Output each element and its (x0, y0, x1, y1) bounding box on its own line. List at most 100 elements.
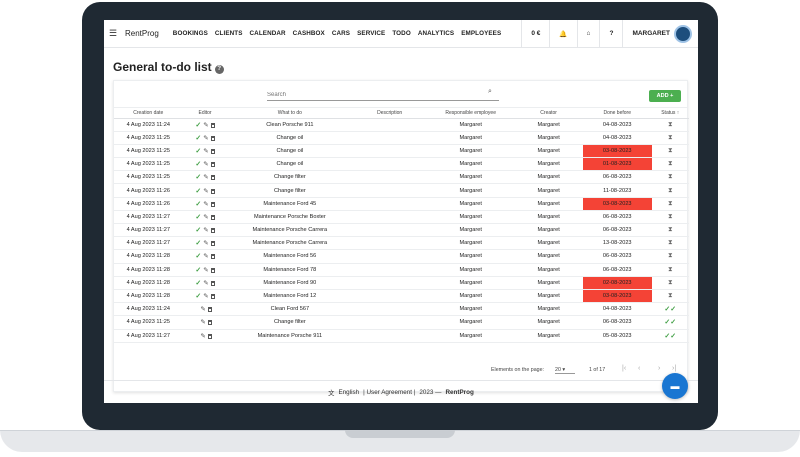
hourglass-icon[interactable]: ⧗ (668, 160, 673, 167)
nav-item-service[interactable]: SERVICE (357, 30, 385, 37)
hourglass-icon[interactable]: ⧗ (668, 213, 673, 220)
column-header[interactable]: Description (352, 108, 428, 119)
table-row[interactable]: 4 Aug 2023 11:25 ✓ ✎ Change oil Margaret Marg… (114, 157, 689, 172)
check-icon[interactable]: ✓ (195, 280, 201, 287)
pencil-icon[interactable]: ✎ (203, 201, 208, 208)
pencil-icon[interactable]: ✎ (203, 148, 208, 155)
check-icon[interactable]: ✓ (195, 214, 201, 221)
double-check-icon[interactable]: ✓✓ (664, 333, 676, 340)
check-icon[interactable]: ✓ (195, 227, 201, 234)
trash-icon[interactable] (207, 307, 212, 313)
hamburger-menu-icon[interactable]: ☰ (109, 28, 125, 39)
hourglass-icon[interactable]: ⧗ (668, 134, 673, 141)
check-icon[interactable]: ✓ (195, 135, 201, 142)
table-row[interactable]: 4 Aug 2023 11:25 ✓ ✎ Change filter Margaret M… (114, 170, 689, 185)
hourglass-icon[interactable]: ⧗ (668, 121, 673, 128)
trash-icon[interactable] (210, 228, 215, 234)
trash-icon[interactable] (207, 320, 212, 326)
hourglass-icon[interactable]: ⧗ (668, 252, 673, 259)
brand-logo[interactable]: RentProg (125, 29, 159, 38)
user-name[interactable]: MARGARET (632, 30, 670, 37)
column-header[interactable]: Creation date (114, 108, 183, 119)
trash-icon[interactable] (210, 135, 215, 141)
help-circle-icon[interactable]: ? (214, 65, 224, 74)
nav-item-employees[interactable]: EMPLOYEES (461, 30, 501, 37)
table-row[interactable]: 4 Aug 2023 11:24 ✓ ✎ Clean Porsche 911 Marga… (114, 118, 689, 132)
table-row[interactable]: 4 Aug 2023 11:28 ✓ ✎ Maintenance Ford 56 Mar… (114, 249, 689, 264)
hourglass-icon[interactable]: ⧗ (668, 266, 673, 273)
pencil-icon[interactable]: ✎ (203, 227, 208, 234)
trash-icon[interactable] (210, 201, 215, 207)
table-row[interactable]: 4 Aug 2023 11:27 ✓ ✎ Maintenance Porsche Ca… (114, 223, 689, 238)
table-row[interactable]: 4 Aug 2023 11:28 ✓ ✎ Maintenance Ford 90 Mar… (114, 276, 689, 290)
column-header[interactable]: Done before (582, 108, 652, 119)
bell-icon[interactable]: 🔔 (549, 20, 576, 47)
nav-item-cars[interactable]: CARS (332, 30, 350, 37)
trash-icon[interactable] (210, 162, 215, 168)
table-row[interactable]: 4 Aug 2023 11:25 ✓ ✎ Change oil Margaret Marg… (114, 131, 689, 145)
trash-icon[interactable] (207, 333, 212, 339)
balance-display[interactable]: 0 € (521, 20, 549, 47)
trash-icon[interactable] (210, 241, 215, 247)
pencil-icon[interactable]: ✎ (200, 306, 205, 313)
nav-item-clients[interactable]: CLIENTS (215, 30, 243, 37)
next-page-icon[interactable]: › (658, 365, 660, 372)
check-icon[interactable]: ✓ (195, 240, 201, 247)
pencil-icon[interactable]: ✎ (203, 135, 208, 142)
trash-icon[interactable] (210, 294, 215, 300)
nav-item-cashbox[interactable]: CASHBOX (293, 30, 325, 37)
pencil-icon[interactable]: ✎ (203, 122, 208, 129)
trash-icon[interactable] (210, 280, 215, 286)
nav-item-analytics[interactable]: ANALYTICS (418, 30, 454, 37)
check-icon[interactable]: ✓ (195, 267, 201, 274)
pencil-icon[interactable]: ✎ (203, 293, 208, 300)
double-check-icon[interactable]: ✓✓ (664, 306, 676, 313)
add-button[interactable]: ADD + (649, 90, 681, 102)
table-row[interactable]: 4 Aug 2023 11:27 ✓ ✎ Maintenance Porsche Bo… (114, 210, 689, 225)
table-row[interactable]: 4 Aug 2023 11:28 ✓ ✎ Maintenance Ford 78 Mar… (114, 263, 689, 277)
nav-item-todo[interactable]: TODO (392, 30, 410, 37)
trash-icon[interactable] (210, 175, 215, 181)
table-row[interactable]: 4 Aug 2023 11:26 ✓ ✎ Maintenance Ford 45 Mar… (114, 197, 689, 211)
trash-icon[interactable] (210, 214, 215, 220)
column-header[interactable]: Responsible employee (427, 108, 515, 119)
chat-bubble-icon[interactable]: ▬ (662, 373, 688, 399)
pencil-icon[interactable]: ✎ (203, 188, 208, 195)
column-header[interactable]: Status ↑ (651, 108, 689, 119)
trash-icon[interactable] (210, 188, 215, 194)
per-page-select[interactable]: 20 ▾ (555, 367, 575, 374)
check-icon[interactable]: ✓ (195, 161, 201, 168)
pencil-icon[interactable]: ✎ (203, 253, 208, 260)
trash-icon[interactable] (210, 148, 215, 154)
pencil-icon[interactable]: ✎ (200, 319, 205, 326)
hourglass-icon[interactable]: ⧗ (668, 226, 673, 233)
table-row[interactable]: 4 Aug 2023 11:27 ✓ ✎ Maintenance Porsche Ca… (114, 236, 689, 251)
trash-icon[interactable] (210, 267, 215, 273)
hourglass-icon[interactable]: ⧗ (668, 292, 673, 299)
pencil-icon[interactable]: ✎ (203, 240, 208, 247)
last-page-icon[interactable]: ›| (672, 365, 676, 372)
check-icon[interactable]: ✓ (195, 293, 201, 300)
avatar[interactable] (674, 24, 692, 43)
translate-icon[interactable]: 文 (328, 388, 334, 397)
table-row[interactable]: 4 Aug 2023 11:26 ✓ ✎ Change filter Margaret M… (114, 183, 689, 198)
check-icon[interactable]: ✓ (195, 188, 201, 195)
help-icon[interactable]: ? (599, 20, 622, 47)
check-icon[interactable]: ✓ (195, 148, 201, 155)
nav-item-bookings[interactable]: BOOKINGS (173, 30, 208, 37)
column-header[interactable]: Creator (514, 108, 583, 119)
hourglass-icon[interactable]: ⧗ (668, 187, 673, 194)
trash-icon[interactable] (210, 254, 215, 260)
hourglass-icon[interactable]: ⧗ (668, 147, 673, 154)
pencil-icon[interactable]: ✎ (203, 174, 208, 181)
hourglass-icon[interactable]: ⧗ (668, 200, 673, 207)
trash-icon[interactable] (210, 122, 215, 128)
first-page-icon[interactable]: |‹ (622, 365, 626, 372)
check-icon[interactable]: ✓ (195, 174, 201, 181)
hourglass-icon[interactable]: ⧗ (668, 279, 673, 286)
search-input[interactable] (267, 89, 499, 101)
pencil-icon[interactable]: ✎ (203, 161, 208, 168)
hourglass-icon[interactable]: ⧗ (668, 173, 673, 180)
user-agreement-link[interactable]: | User Agreement | (363, 389, 415, 396)
table-row[interactable]: 4 Aug 2023 11:25 ✎ Change filter Margaret Ma… (114, 315, 689, 330)
